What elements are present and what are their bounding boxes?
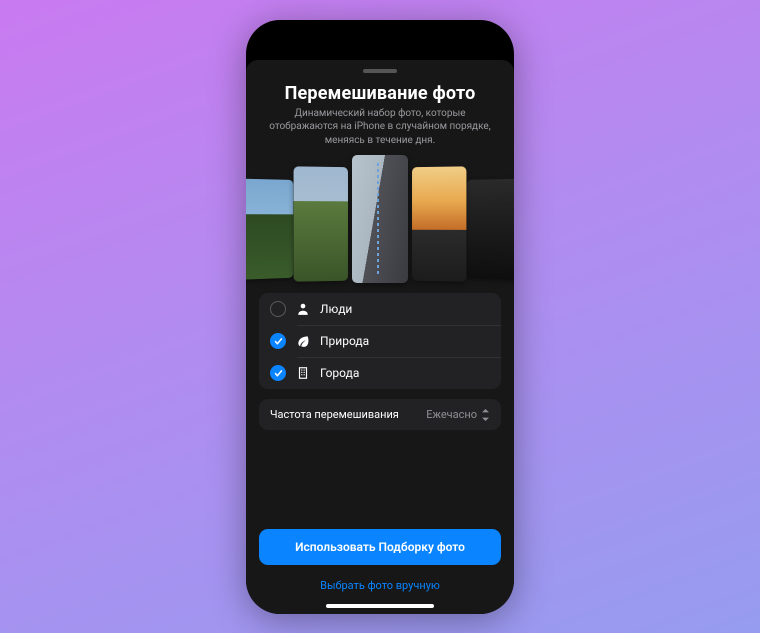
building-icon <box>296 366 310 380</box>
photo-thumb <box>352 155 408 283</box>
pick-manually-button[interactable]: Выбрать фото вручную <box>259 573 501 592</box>
sheet-grabber[interactable] <box>363 69 397 73</box>
frequency-label: Частота перемешивания <box>270 408 399 421</box>
category-option-people[interactable]: Люди <box>259 293 501 325</box>
frequency-value: Ежечасно <box>426 408 490 421</box>
use-selection-button[interactable]: Использовать Подборку фото <box>259 529 501 565</box>
modal-sheet: Перемешивание фото Динамический набор фо… <box>246 60 514 614</box>
photo-carousel[interactable] <box>259 155 501 283</box>
category-list: Люди Природа Города <box>259 293 501 389</box>
page-title: Перемешивание фото <box>259 83 501 104</box>
phone-frame: Перемешивание фото Динамический набор фо… <box>246 20 514 614</box>
photo-thumb <box>412 166 466 281</box>
radio-unchecked-icon <box>270 301 286 317</box>
category-option-cities[interactable]: Города <box>259 357 501 389</box>
photo-thumb <box>294 166 348 281</box>
photo-thumb <box>246 179 293 280</box>
flex-spacer <box>259 430 501 529</box>
page-subtitle: Динамический набор фото, которые отображ… <box>259 107 501 148</box>
home-indicator[interactable] <box>326 604 434 608</box>
radio-checked-icon <box>270 333 286 349</box>
leaf-icon <box>296 334 310 348</box>
radio-checked-icon <box>270 365 286 381</box>
person-icon <box>296 302 310 316</box>
photo-thumb <box>467 179 514 280</box>
category-option-nature[interactable]: Природа <box>259 325 501 357</box>
category-label: Люди <box>320 302 352 316</box>
shuffle-frequency-row[interactable]: Частота перемешивания Ежечасно <box>259 399 501 430</box>
category-label: Природа <box>320 334 369 348</box>
category-label: Города <box>320 366 359 380</box>
updown-chevron-icon <box>481 409 490 421</box>
